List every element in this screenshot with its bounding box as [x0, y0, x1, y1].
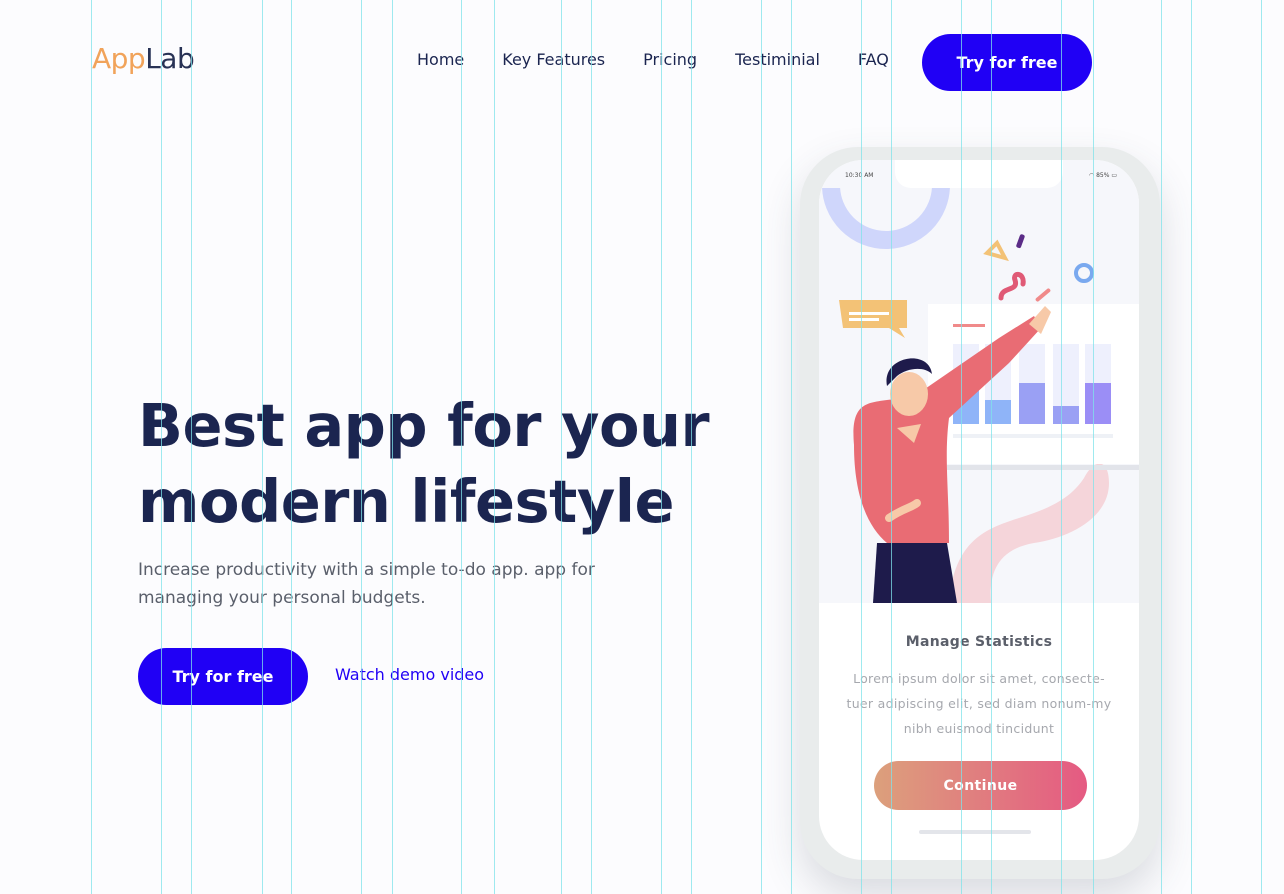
- guide-line: [791, 0, 792, 894]
- bubble-line: [849, 318, 879, 321]
- bar: [1085, 383, 1111, 424]
- card-title: Manage Statistics: [905, 634, 1053, 650]
- phone-screen: 10:30 AM ◠ 85% ▭ Manage Statistics Lorem…: [819, 160, 1139, 860]
- battery-icon: ▭: [1111, 172, 1117, 179]
- nav-key-features[interactable]: Key Features: [502, 50, 605, 69]
- bar: [1019, 383, 1045, 424]
- nav-testimonial[interactable]: Testiminial: [735, 50, 820, 69]
- status-bar: 10:30 AM ◠ 85% ▭: [819, 160, 1139, 190]
- ring-shape: [822, 160, 950, 249]
- board-shelf: [947, 465, 1139, 470]
- guide-line: [1161, 0, 1162, 894]
- guide-line: [1191, 0, 1192, 894]
- statistics-illustration: [819, 160, 1139, 603]
- triangle-shape: [983, 239, 1009, 262]
- bubble-line: [849, 312, 889, 315]
- person-face: [890, 372, 928, 416]
- bar: [1053, 406, 1079, 424]
- squiggle: [998, 272, 1026, 301]
- phone-mockup: 10:30 AM ◠ 85% ▭ Manage Statistics Lorem…: [800, 147, 1160, 879]
- logo-part-app: App: [92, 42, 146, 75]
- guide-line: [91, 0, 92, 894]
- confetti: [1035, 288, 1051, 302]
- header-try-free-button[interactable]: Try for free: [922, 34, 1092, 91]
- main-nav: Home Key Features Pricing Testiminial FA…: [417, 50, 889, 69]
- status-battery: ◠ 85% ▭: [1089, 172, 1117, 179]
- nav-faq[interactable]: FAQ: [858, 50, 889, 69]
- confetti: [1016, 234, 1025, 249]
- home-indicator: [919, 830, 1031, 834]
- guide-line: [1261, 0, 1262, 894]
- guide-line: [761, 0, 762, 894]
- wave-shape: [949, 463, 1109, 603]
- watch-demo-link[interactable]: Watch demo video: [335, 665, 484, 684]
- continue-button[interactable]: Continue: [874, 761, 1087, 810]
- board-header-line: [953, 324, 985, 327]
- board-line: [953, 434, 1113, 438]
- battery-percent: 85%: [1096, 172, 1110, 179]
- hero-title-line-1: Best app for your: [138, 391, 710, 460]
- wifi-icon: ◠: [1088, 172, 1095, 179]
- person-legs: [873, 543, 957, 603]
- hero-title-line-2: modern lifestyle: [138, 467, 675, 536]
- illustration-svg: [822, 160, 1139, 603]
- nav-home[interactable]: Home: [417, 50, 464, 69]
- phone-notch: [895, 160, 1063, 188]
- hero-try-free-button[interactable]: Try for free: [138, 648, 308, 705]
- logo-part-lab: Lab: [145, 42, 195, 75]
- status-time: 10:30 AM: [845, 172, 874, 179]
- hero-subtitle: Increase productivity with a simple to-d…: [138, 560, 595, 608]
- small-ring: [1074, 263, 1094, 283]
- nav-pricing[interactable]: Pricing: [643, 50, 697, 69]
- card-description: Lorem ipsum dolor sit amet, consecte-tue…: [846, 671, 1112, 736]
- logo[interactable]: AppLab: [92, 42, 195, 75]
- hero-title: Best app for your modern lifestyle: [138, 388, 718, 540]
- bar: [985, 400, 1011, 424]
